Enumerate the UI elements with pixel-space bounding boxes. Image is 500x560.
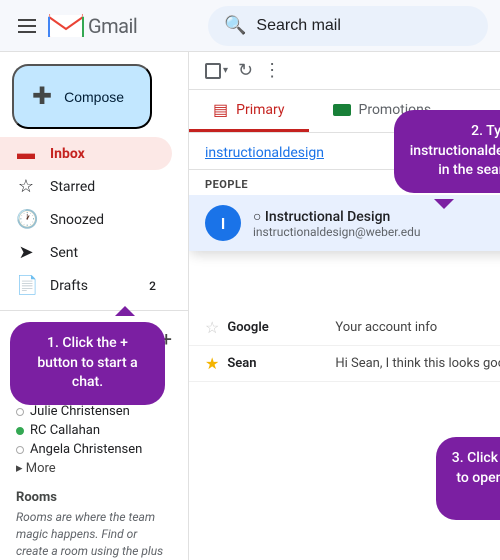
chat-person-rc[interactable]: RC Callahan xyxy=(16,421,172,440)
julie-name: Julie Christensen xyxy=(30,404,130,419)
sidebar-label-drafts: Drafts xyxy=(50,278,88,294)
toolbar: ▾ ↻ ⋮ xyxy=(189,52,500,90)
chat-more-button[interactable]: ▸ More xyxy=(16,459,172,478)
sent-icon: ➤ xyxy=(16,242,36,263)
angela-name: Angela Christensen xyxy=(30,442,142,457)
inbox-icon: ▬ xyxy=(16,143,36,164)
search-bar[interactable]: 🔍 xyxy=(208,6,488,46)
primary-tab-label: Primary xyxy=(236,102,284,118)
sidebar-label-starred: Starred xyxy=(50,179,95,195)
tooltip-bubble-2: 2. Type instructionaldesign@weber.edu in… xyxy=(394,110,500,193)
select-checkbox[interactable]: ▾ xyxy=(205,63,228,79)
sender-3: Sean xyxy=(227,356,327,371)
main-layout: ✚ Compose ▬ Inbox ☆ Starred 🕐 Snoozed ➤ … xyxy=(0,52,500,560)
bubble-1-text: 1. Click the + button to start a chat. xyxy=(37,335,137,390)
rooms-section: Rooms Rooms are where the team magic hap… xyxy=(0,482,188,560)
bubble-3-text: 3. Click on the result to open a chat wi… xyxy=(452,450,500,505)
header-left: Gmail xyxy=(12,12,200,40)
starred-icon: ☆ xyxy=(16,176,36,197)
people-info: ○ Instructional Design instructionaldesi… xyxy=(253,208,421,239)
sidebar-divider xyxy=(0,310,188,311)
rooms-title: Rooms xyxy=(16,490,172,505)
bubble-2-text: 2. Type instructionaldesign@weber.edu in… xyxy=(410,123,500,178)
sidebar-item-snoozed[interactable]: 🕐 Snoozed xyxy=(0,203,172,236)
julie-status-icon xyxy=(16,408,24,416)
drafts-icon: 📄 xyxy=(16,275,36,296)
gmail-text-label: Gmail xyxy=(88,14,137,38)
tab-primary[interactable]: ▤ Primary xyxy=(189,90,309,132)
people-name: ○ Instructional Design xyxy=(253,208,421,225)
avatar-letter: I xyxy=(221,214,226,233)
subject-2: Your account info xyxy=(335,320,500,335)
email-item-2[interactable]: ☆ Google Your account info Jul 15 xyxy=(189,310,500,346)
sidebar-item-sent[interactable]: ➤ Sent xyxy=(0,236,172,269)
compose-plus-icon: ✚ xyxy=(32,82,52,111)
menu-icon[interactable] xyxy=(12,13,42,39)
star-icon-3: ★ xyxy=(205,354,219,373)
header: Gmail 🔍 xyxy=(0,0,500,52)
sidebar-item-inbox[interactable]: ▬ Inbox xyxy=(0,137,172,170)
people-email: instructionaldesign@weber.edu xyxy=(253,225,421,239)
gmail-logo: Gmail xyxy=(48,12,137,40)
rc-name: RC Callahan xyxy=(30,423,100,438)
search-icon: 🔍 xyxy=(224,15,246,36)
primary-tab-icon: ▤ xyxy=(213,100,228,119)
sidebar-item-drafts[interactable]: 📄 Drafts 2 xyxy=(0,269,172,302)
people-avatar: I xyxy=(205,205,241,241)
sidebar-label-sent: Sent xyxy=(50,245,78,261)
sidebar-item-starred[interactable]: ☆ Starred xyxy=(0,170,172,203)
sidebar-label-snoozed: Snoozed xyxy=(50,212,104,228)
sender-2: Google xyxy=(227,320,327,335)
compose-label: Compose xyxy=(64,89,124,105)
rooms-description: Rooms are where the team magic happens. … xyxy=(16,509,172,560)
sidebar-label-inbox: Inbox xyxy=(50,146,85,162)
chat-more-label: ▸ More xyxy=(16,461,56,476)
tooltip-bubble-3: 3. Click on the result to open a chat wi… xyxy=(436,437,500,520)
promotions-tab-icon xyxy=(333,104,351,116)
compose-button[interactable]: ✚ Compose xyxy=(12,64,152,129)
email-item-3[interactable]: ★ Sean Hi Sean, I think this looks good … xyxy=(189,346,500,382)
rc-status-icon xyxy=(16,427,24,435)
gmail-m-icon xyxy=(48,12,84,40)
chat-person-angela[interactable]: Angela Christensen xyxy=(16,440,172,459)
snoozed-icon: 🕐 xyxy=(16,209,36,230)
chevron-down-icon: ▾ xyxy=(223,65,228,76)
more-options-icon[interactable]: ⋮ xyxy=(263,60,281,81)
refresh-icon[interactable]: ↻ xyxy=(238,60,253,81)
sidebar: ✚ Compose ▬ Inbox ☆ Starred 🕐 Snoozed ➤ … xyxy=(0,52,188,560)
tooltip-bubble-1: 1. Click the + button to start a chat. xyxy=(10,322,165,405)
star-icon-2: ☆ xyxy=(205,318,219,337)
content-panel: ▾ ↻ ⋮ ▤ Primary Promotions ★ Gmail Team … xyxy=(188,52,500,560)
search-input[interactable] xyxy=(256,17,472,35)
drafts-badge: 2 xyxy=(149,279,156,293)
checkbox-icon xyxy=(205,63,221,79)
subject-3: Hi Sean, I think this looks good other t… xyxy=(335,356,500,371)
angela-status-icon xyxy=(16,446,24,454)
